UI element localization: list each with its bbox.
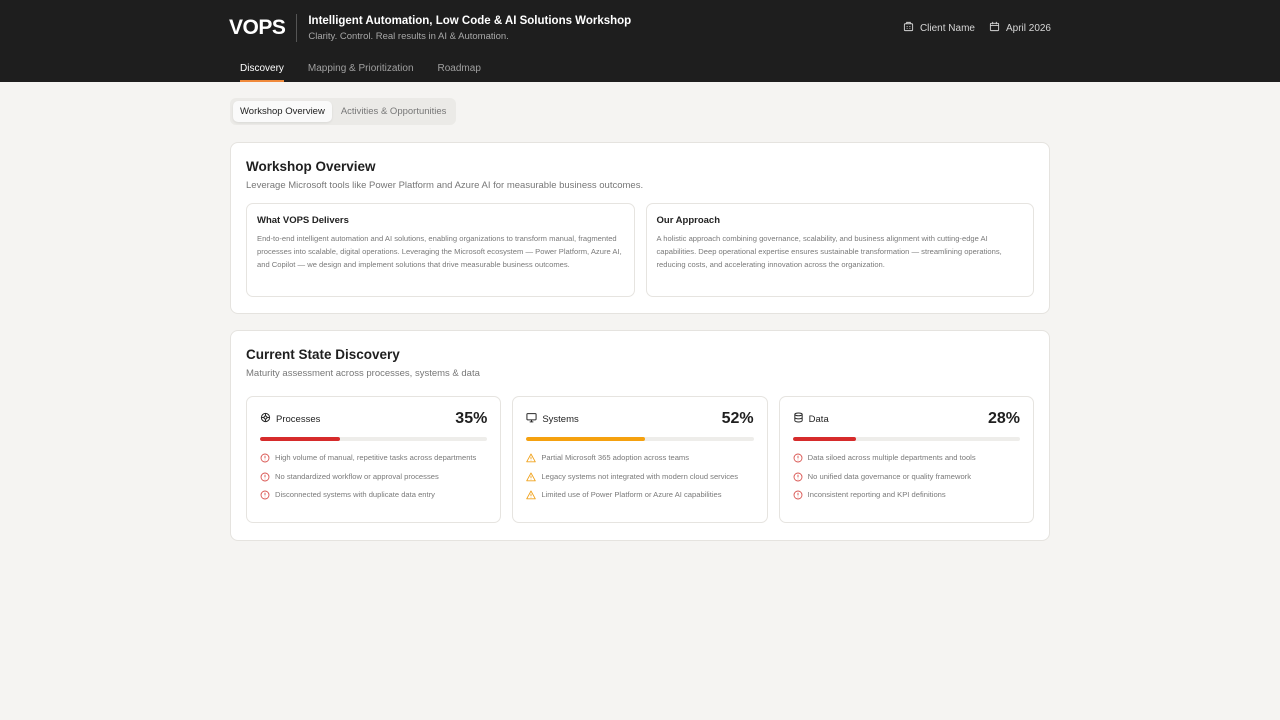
metric-name: Systems xyxy=(542,413,579,425)
tab-discovery[interactable]: Discovery xyxy=(240,56,284,82)
issue-item: Inconsistent reporting and KPI definitio… xyxy=(793,490,1020,504)
building-icon xyxy=(903,21,914,35)
metric-percent: 28% xyxy=(987,410,1020,427)
alert-circle-icon xyxy=(793,453,803,467)
metric-data: Data 28% Data siloed across multiple dep… xyxy=(778,396,1034,523)
issue-item: High volume of manual, repetitive tasks … xyxy=(260,453,487,467)
issue-text: Legacy systems not integrated with moder… xyxy=(541,471,739,481)
delivers-body: End-to-end intelligent automation and AI… xyxy=(257,234,622,269)
issue-item: Limited use of Power Platform or Azure A… xyxy=(526,490,753,504)
progress-bar xyxy=(260,437,488,441)
warning-triangle-icon xyxy=(526,472,537,486)
alert-circle-icon xyxy=(260,472,270,486)
client-name: Client Name xyxy=(903,21,975,35)
warning-triangle-icon xyxy=(526,490,537,504)
warning-triangle-icon xyxy=(526,453,537,467)
client-name-label: Client Name xyxy=(919,22,975,34)
metric-systems: Systems 52% Partial Microsoft 365 adopti… xyxy=(512,396,768,523)
progress-bar-fill xyxy=(260,437,340,441)
alert-circle-icon xyxy=(260,453,270,467)
header-meta: Client Name April 2026 xyxy=(903,21,1051,35)
current-state-discovery-card: Current State Discovery Maturity assessm… xyxy=(230,330,1050,541)
tab-roadmap[interactable]: Roadmap xyxy=(438,56,481,82)
metric-percent: 52% xyxy=(721,410,754,427)
progress-bar-fill xyxy=(792,437,857,441)
issue-text: Disconnected systems with duplicate data… xyxy=(275,490,435,499)
discovery-subtitle: Maturity assessment across processes, sy… xyxy=(246,368,480,379)
progress-bar-fill xyxy=(526,437,645,441)
subtab-activities-opportunities[interactable]: Activities & Opportunities xyxy=(334,101,454,122)
main-nav: Discovery Mapping & Prioritization Roadm… xyxy=(240,56,481,82)
issue-text: Partial Microsoft 365 adoption across te… xyxy=(541,453,690,462)
progress-bar xyxy=(526,437,754,441)
subtab-bar: Workshop Overview Activities & Opportuni… xyxy=(230,98,457,125)
page-title: Intelligent Automation, Low Code & AI So… xyxy=(308,14,632,27)
metric-percent: 35% xyxy=(455,410,488,427)
metric-name: Processes xyxy=(276,413,321,425)
app-header: VOPS Intelligent Automation, Low Code & … xyxy=(0,0,1280,82)
what-vops-delivers-card: What VOPS Delivers End-to-end intelligen… xyxy=(246,203,635,297)
issue-text: No unified data governance or quality fr… xyxy=(807,471,972,481)
metric-name: Data xyxy=(808,413,829,425)
discovery-title: Current State Discovery xyxy=(246,347,400,362)
title-block: Intelligent Automation, Low Code & AI So… xyxy=(308,15,631,42)
issue-item: Partial Microsoft 365 adoption across te… xyxy=(526,453,753,467)
our-approach-card: Our Approach A holistic approach combini… xyxy=(645,203,1034,297)
settings-icon xyxy=(260,410,271,428)
subtab-workshop-overview[interactable]: Workshop Overview xyxy=(233,101,332,122)
approach-title: Our Approach xyxy=(656,215,721,226)
overview-title: Workshop Overview xyxy=(246,159,376,174)
calendar-icon xyxy=(989,21,1000,35)
metric-processes: Processes 35% High volume of manual, rep… xyxy=(246,396,502,523)
monitor-icon xyxy=(526,410,537,428)
issue-item: Legacy systems not integrated with moder… xyxy=(526,472,753,486)
workshop-overview-card: Workshop Overview Leverage Microsoft too… xyxy=(230,142,1050,314)
approach-body: A holistic approach combining governance… xyxy=(656,234,1002,269)
issue-text: No standardized workflow or approval pro… xyxy=(275,471,439,481)
alert-circle-icon xyxy=(793,490,803,504)
issue-text: Limited use of Power Platform or Azure A… xyxy=(541,490,722,499)
issue-item: No standardized workflow or approval pro… xyxy=(260,472,487,486)
overview-subtitle: Leverage Microsoft tools like Power Plat… xyxy=(246,180,644,191)
alert-circle-icon xyxy=(793,472,803,486)
date-label: April 2026 xyxy=(1005,22,1051,34)
delivers-title: What VOPS Delivers xyxy=(257,215,349,226)
workshop-date: April 2026 xyxy=(989,21,1051,35)
issue-text: Data siloed across multiple departments … xyxy=(807,453,976,462)
issue-text: High volume of manual, repetitive tasks … xyxy=(275,453,477,462)
database-icon xyxy=(793,410,804,428)
issue-item: Data siloed across multiple departments … xyxy=(793,453,1020,467)
logo: VOPS xyxy=(229,14,298,42)
page-subtitle: Clarity. Control. Real results in AI & A… xyxy=(308,30,509,42)
main-content: Workshop Overview Activities & Opportuni… xyxy=(230,98,1050,541)
tab-mapping-prioritization[interactable]: Mapping & Prioritization xyxy=(308,56,414,82)
alert-circle-icon xyxy=(260,490,270,504)
progress-bar xyxy=(792,437,1020,441)
issue-text: Inconsistent reporting and KPI definitio… xyxy=(807,490,946,499)
issue-item: Disconnected systems with duplicate data… xyxy=(260,490,487,504)
issue-item: No unified data governance or quality fr… xyxy=(793,472,1020,486)
